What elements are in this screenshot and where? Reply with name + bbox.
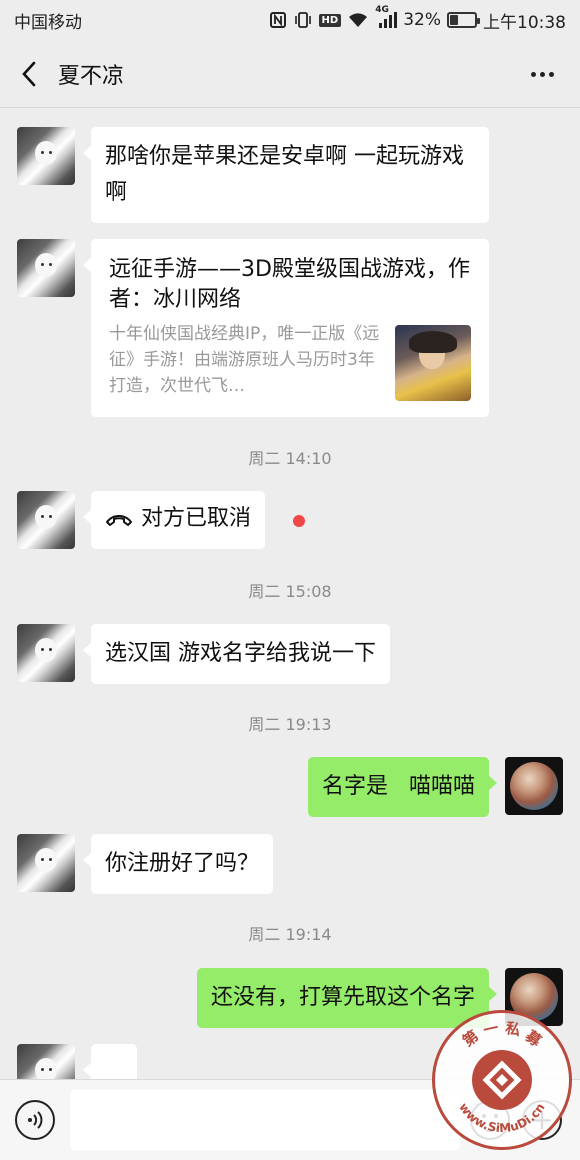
call-status-text: 对方已取消 — [141, 506, 252, 531]
message-text: 名字是 喵喵喵 — [322, 774, 475, 799]
battery-icon — [447, 12, 480, 28]
message-bubble-received[interactable]: 那啥你是苹果还是安卓啊 一起玩游戏啊 — [83, 127, 489, 223]
link-card-title: 远征手游——3D殿堂级国战游戏，作者：冰川网络 — [109, 257, 470, 312]
timestamp: 周二 14:10 — [248, 449, 332, 468]
link-card[interactable]: 远征手游——3D殿堂级国战游戏，作者：冰川网络 十年仙侠国战经典IP，唯一正版《… — [83, 239, 489, 417]
message-bubble-received[interactable]: 选汉国 游戏名字给我说一下 — [83, 624, 390, 684]
timestamp: 周二 15:08 — [248, 582, 332, 601]
my-avatar[interactable] — [505, 757, 563, 815]
message-bubble-sent[interactable]: 名字是 喵喵喵 — [308, 757, 497, 817]
carrier-label: 中国移动 — [14, 12, 82, 33]
more-dot-icon — [530, 71, 536, 77]
network-type: 4G — [375, 5, 389, 15]
nfc-icon — [269, 11, 287, 29]
back-button[interactable] — [0, 40, 58, 108]
message-text: 你注册好了吗？ — [105, 851, 260, 876]
battery-percent: 32% — [403, 10, 441, 30]
contact-avatar[interactable] — [17, 1044, 75, 1079]
voice-input-button[interactable] — [15, 1100, 55, 1140]
contact-name: 夏不凉 — [58, 63, 125, 89]
battery-fill — [450, 15, 459, 25]
unread-dot — [293, 515, 305, 527]
watermark-text-top: 第 一 私 募 — [459, 1019, 545, 1051]
clock: 上午10:38 — [483, 12, 566, 33]
watermark-logo: 第 一 私 募 www.SiMuDi.cn — [456, 1019, 547, 1136]
message-bubble-received[interactable] — [83, 1044, 137, 1079]
chevron-left-icon — [22, 61, 36, 86]
call-cancelled-bubble[interactable]: 对方已取消 — [82, 491, 266, 549]
more-dot-icon — [548, 71, 554, 77]
message-list[interactable]: 那啥你是苹果还是安卓啊 一起玩游戏啊 远征手游——3D殿堂级国战游戏，作者：冰川… — [0, 109, 580, 1079]
contact-avatar[interactable] — [17, 834, 75, 892]
message-input[interactable] — [70, 1090, 460, 1150]
hd-badge: HD — [318, 13, 342, 27]
more-options-button[interactable] — [522, 54, 562, 94]
more-dot-icon — [539, 71, 545, 77]
contact-avatar[interactable] — [17, 239, 75, 297]
vibrate-icon — [293, 11, 313, 29]
status-bar: 中国移动 HD 4G 32% 上午10:38 — [0, 0, 580, 40]
message-text: 还没有，打算先取这个名字 — [210, 985, 475, 1010]
timestamp: 周二 19:13 — [248, 715, 332, 734]
message-text: 那啥你是苹果还是安卓啊 一起玩游戏啊 — [105, 144, 464, 205]
contact-avatar[interactable] — [17, 491, 75, 549]
voice-icon — [28, 1111, 43, 1129]
status-icons: HD 4G 32% 上午10:38 — [269, 5, 566, 33]
signal-icon: 4G — [375, 5, 398, 29]
contact-avatar[interactable] — [17, 624, 75, 682]
message-text: 选汉国 游戏名字给我说一下 — [105, 641, 376, 666]
svg-text:第 一 私 募: 第 一 私 募 — [459, 1019, 545, 1051]
wifi-icon — [347, 11, 369, 29]
watermark-emblem — [472, 1050, 532, 1110]
chat-header: 夏不凉 — [0, 40, 580, 108]
message-bubble-received[interactable]: 你注册好了吗？ — [82, 834, 274, 894]
contact-avatar[interactable] — [17, 127, 75, 185]
watermark-stamp: 第 一 私 募 www.SiMuDi.cn — [432, 1010, 572, 1150]
timestamp: 周二 19:14 — [248, 925, 332, 944]
link-card-thumbnail — [395, 325, 471, 401]
link-card-description: 十年仙侠国战经典IP，唯一正版《远征》手游！由端游原班人马历时3年打造，次世代飞… — [109, 324, 380, 396]
phone-hangup-icon — [106, 515, 132, 526]
